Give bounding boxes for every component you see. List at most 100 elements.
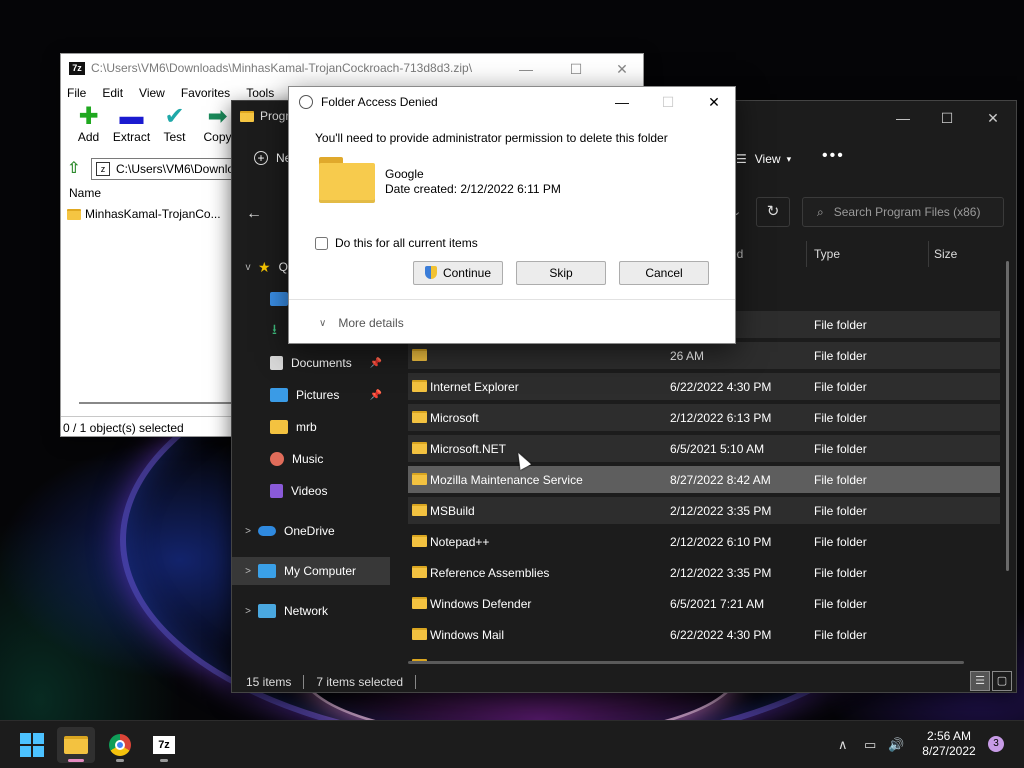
up-folder-icon[interactable]: ⇧	[67, 160, 85, 178]
chevron-right-icon[interactable]: >	[238, 526, 258, 537]
column-header-name[interactable]: Name	[61, 182, 233, 204]
column-header-size[interactable]: Size	[934, 247, 957, 261]
taskbar-7zip[interactable]: 7z	[145, 727, 183, 763]
apply-to-all-checkbox-row[interactable]: Do this for all current items	[315, 236, 478, 250]
running-indicator	[68, 759, 84, 762]
chevron-right-icon[interactable]: >	[238, 566, 258, 577]
column-separator[interactable]	[928, 241, 929, 267]
network-status-icon[interactable]: ▭	[864, 737, 876, 753]
refresh-icon[interactable]: ↻	[756, 197, 790, 227]
new-button[interactable]: + Ne	[254, 151, 291, 165]
sidebar-item-my-computer[interactable]: > My Computer	[232, 557, 390, 585]
check-icon: ✔	[164, 103, 185, 130]
test-button[interactable]: ✔ Test	[153, 104, 196, 156]
chevron-right-icon[interactable]: >	[238, 606, 258, 617]
file-row[interactable]: MSBuild 2/12/2022 3:35 PM File folder	[408, 497, 1000, 524]
file-row[interactable]: Windows Defender 6/5/2021 7:21 AM File fol…	[408, 590, 1000, 617]
more-details-toggle[interactable]: ∨ More details	[319, 316, 404, 330]
menu-tools[interactable]: Tools	[246, 86, 274, 100]
folder-icon	[412, 504, 427, 516]
plus-icon: ✚	[78, 103, 99, 130]
file-row[interactable]: Internet Explorer 6/22/2022 4:30 PM File f…	[408, 373, 1000, 400]
download-icon: ⭳	[272, 321, 277, 337]
close-button[interactable]: ✕	[691, 91, 737, 113]
view-button[interactable]: ☰ View ▾	[736, 152, 791, 166]
sidebar-item-network[interactable]: > Network	[232, 597, 390, 625]
menu-edit[interactable]: Edit	[102, 86, 123, 100]
taskbar-chrome[interactable]	[101, 727, 139, 763]
menu-favorites[interactable]: Favorites	[181, 86, 230, 100]
maximize-button[interactable]: ☐	[924, 107, 970, 129]
continue-button[interactable]: Continue	[413, 261, 503, 285]
details-view-icon[interactable]: ☰	[970, 671, 990, 691]
file-row[interactable]: Microsoft 2/12/2022 6:13 PM File folder	[408, 404, 1000, 431]
explorer-tab[interactable]: Progr	[240, 109, 289, 123]
search-input[interactable]	[833, 205, 994, 219]
file-row[interactable]: Microsoft.NET 6/5/2021 5:10 AM File folder	[408, 435, 1000, 462]
column-separator[interactable]	[806, 241, 807, 267]
menu-file[interactable]: File	[67, 86, 86, 100]
file-date: 6/22/2022 4:30 PM	[670, 628, 772, 642]
horizontal-scrollbar[interactable]	[408, 661, 964, 664]
extract-button[interactable]: ▬ Extract	[110, 104, 153, 156]
file-row[interactable]: Mozilla Maintenance Service 8/27/2022 8:4…	[408, 466, 1000, 493]
explorer-statusbar: 15 items 7 items selected	[246, 675, 428, 689]
file-row[interactable]: Windows Mail 6/22/2022 4:30 PM File folder	[408, 621, 1000, 648]
maximize-button[interactable]: ☐	[553, 58, 599, 80]
sidebar-item-label: Music	[292, 452, 324, 466]
add-button[interactable]: ✚ Add	[67, 104, 110, 156]
taskbar-clock[interactable]: 2:56 AM 8/27/2022	[912, 729, 986, 759]
checkbox-label: Do this for all current items	[335, 236, 478, 250]
sidebar-item-pictures[interactable]: Pictures 📌	[232, 381, 390, 409]
view-label: View	[754, 152, 781, 166]
pin-icon[interactable]: 📌	[370, 358, 382, 369]
dialog-icon	[299, 95, 313, 109]
close-button[interactable]: ✕	[970, 107, 1016, 129]
close-button[interactable]: ✕	[599, 58, 645, 80]
clock-time: 2:56 AM	[926, 729, 972, 743]
folder-icon	[412, 597, 427, 609]
file-row[interactable]: 26 AM File folder	[408, 342, 1000, 369]
more-options-icon[interactable]: •••	[822, 147, 845, 165]
minimize-button[interactable]: —	[880, 107, 926, 129]
sidebar-item-music[interactable]: Music	[232, 445, 390, 473]
sidebar-item-onedrive[interactable]: > OneDrive	[232, 517, 390, 545]
folder-icon	[412, 628, 427, 640]
minimize-button[interactable]: —	[503, 58, 549, 80]
search-box[interactable]: ⌕	[802, 197, 1004, 227]
sidebar-item-label: Q	[278, 260, 288, 274]
list-item[interactable]: MinhasKamal-TrojanCo...	[61, 204, 233, 224]
menu-view[interactable]: View	[139, 86, 165, 100]
file-row[interactable]: Reference Assemblies 2/12/2022 3:35 PM Fil…	[408, 559, 1000, 586]
start-button[interactable]	[13, 727, 51, 763]
large-icons-view-icon[interactable]: ▢	[992, 671, 1012, 691]
sevenzip-title: C:\Users\VM6\Downloads\MinhasKamal-Troja…	[91, 61, 473, 75]
file-type: File folder	[814, 349, 867, 363]
file-date: 6/5/2021 7:21 AM	[670, 597, 765, 611]
apply-to-all-checkbox[interactable]	[315, 236, 328, 250]
chevron-up-icon[interactable]: ∧	[838, 737, 848, 753]
sidebar-item-videos[interactable]: Videos	[232, 477, 390, 505]
sidebar-item-documents[interactable]: Documents 📌	[232, 349, 390, 377]
volume-icon[interactable]: 🔊	[888, 737, 904, 753]
cancel-button[interactable]: Cancel	[619, 261, 709, 285]
status-divider	[303, 675, 305, 689]
taskbar-file-explorer[interactable]	[57, 727, 95, 763]
horizontal-scrollbar[interactable]	[79, 402, 249, 404]
column-header-type[interactable]: Type	[814, 247, 840, 261]
dialog-titlebar[interactable]: Folder Access Denied — ☐ ✕	[289, 87, 735, 117]
file-row[interactable]: Windows Media Player6/22/2022 4:30 PMFil…	[408, 652, 1000, 661]
vertical-scrollbar[interactable]	[1006, 261, 1009, 571]
sevenzip-titlebar[interactable]: 7z C:\Users\VM6\Downloads\MinhasKamal-Tr…	[61, 54, 643, 82]
chevron-down-icon[interactable]: v	[238, 262, 258, 273]
skip-button[interactable]: Skip	[516, 261, 606, 285]
pin-icon[interactable]: 📌	[370, 390, 382, 401]
file-row[interactable]: Notepad++ 2/12/2022 6:10 PM File folder	[408, 528, 1000, 555]
folder-access-denied-dialog[interactable]: Folder Access Denied — ☐ ✕ You'll need t…	[288, 86, 736, 344]
folder-icon	[412, 411, 427, 423]
notification-badge[interactable]: 3	[988, 736, 1004, 752]
minimize-button[interactable]: —	[599, 91, 645, 113]
back-arrow-icon[interactable]: ←	[246, 205, 262, 223]
sidebar-item-mrb[interactable]: mrb	[232, 413, 390, 441]
selected-count: 7 items selected	[316, 675, 404, 689]
